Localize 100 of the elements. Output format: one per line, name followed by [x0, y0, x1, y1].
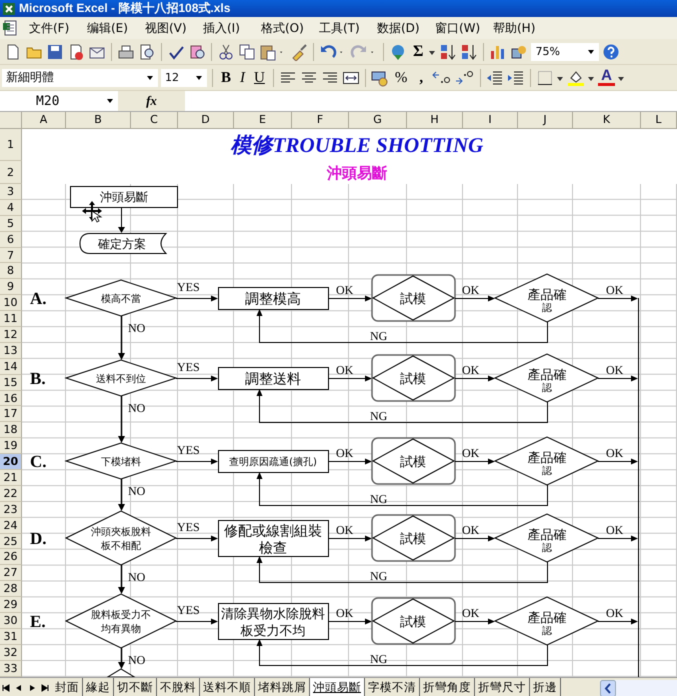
underline-button[interactable]: U	[251, 68, 268, 86]
row-header[interactable]: 11	[0, 311, 22, 328]
print-icon[interactable]	[117, 42, 135, 60]
menu-item[interactable]: 帮助(H)	[486, 20, 544, 36]
row-header[interactable]: 17	[0, 406, 22, 422]
name-box[interactable]: M20	[0, 91, 118, 111]
row-header[interactable]: 24	[0, 518, 22, 534]
row-header[interactable]: 6	[0, 232, 22, 248]
currency-icon[interactable]	[370, 68, 389, 86]
ok-label: OK	[606, 283, 624, 297]
row-header[interactable]: 5	[0, 216, 22, 232]
sheet-tab[interactable]: 折彎尺寸	[475, 678, 530, 696]
row-header[interactable]: 1	[0, 129, 22, 161]
row-header[interactable]: 2	[0, 161, 22, 184]
caret-icon[interactable]	[146, 74, 154, 82]
row-header[interactable]: 13	[0, 342, 22, 359]
font-size-dropdown[interactable]: 12	[161, 68, 207, 86]
trial-box: 試模	[371, 437, 456, 485]
row-header[interactable]: 7	[0, 248, 22, 264]
row-header[interactable]: 26	[0, 549, 22, 566]
comma-style-button[interactable]: ,	[413, 68, 430, 86]
row-header[interactable]: 3	[0, 184, 22, 200]
sort-descending-icon[interactable]	[460, 42, 478, 60]
zoom-dropdown[interactable]: 75%	[531, 42, 600, 60]
caret-icon[interactable]	[587, 48, 596, 56]
row-header[interactable]: 20	[0, 454, 22, 470]
row-header[interactable]: 25	[0, 534, 22, 550]
caret-icon[interactable]	[106, 97, 114, 105]
sheet-tab[interactable]: 字模不清	[365, 678, 420, 696]
row-header[interactable]: 12	[0, 327, 22, 343]
menu-item[interactable]: 视图(V)	[138, 20, 196, 36]
menu-item[interactable]: 格式(O)	[254, 20, 312, 36]
ok-label: OK	[606, 363, 624, 377]
increase-indent-icon[interactable]	[507, 68, 526, 86]
row-header[interactable]: 9	[0, 279, 22, 296]
row-header[interactable]: 23	[0, 502, 22, 518]
menu-item[interactable]: 编辑(E)	[80, 20, 138, 36]
copy-icon[interactable]	[238, 42, 256, 60]
horizontal-scrollbar[interactable]	[600, 680, 677, 696]
row-header[interactable]: 22	[0, 486, 22, 502]
row-header[interactable]: 15	[0, 374, 22, 391]
save-icon[interactable]	[46, 42, 64, 60]
action-box: 清除異物水除脫料 板受力不均	[218, 603, 329, 640]
autosum-button[interactable]: Σ	[410, 42, 426, 60]
row-header[interactable]: 21	[0, 470, 22, 486]
action-box: 調整模高	[218, 287, 329, 310]
undo-icon[interactable]	[319, 42, 337, 60]
scroll-left-icon[interactable]	[600, 680, 616, 696]
paste-icon[interactable]	[259, 42, 277, 60]
row-header[interactable]: 30	[0, 613, 22, 629]
sheet-tab[interactable]: 折彎角度	[420, 678, 475, 696]
row-header[interactable]: 4	[0, 200, 22, 216]
menu-item[interactable]: 数据(D)	[370, 20, 428, 36]
sheet-tab[interactable]: 折邊	[530, 678, 561, 696]
row-header[interactable]: 31	[0, 628, 22, 645]
row-header[interactable]: 19	[0, 438, 22, 454]
row-header[interactable]: 18	[0, 422, 22, 438]
italic-button[interactable]: I	[237, 68, 248, 86]
workbook-icon[interactable]	[2, 20, 18, 36]
borders-icon[interactable]	[536, 68, 554, 86]
sheet-tab[interactable]: 緣起	[83, 678, 114, 696]
font-color-button[interactable]: A	[598, 69, 615, 86]
trial-box: 試模	[371, 354, 456, 402]
sheet-tab[interactable]: 送料不順	[200, 678, 255, 696]
row-header[interactable]: 16	[0, 390, 22, 406]
ok-label: OK	[462, 363, 480, 377]
percent-button[interactable]: %	[392, 68, 410, 86]
cut-icon[interactable]	[217, 42, 235, 60]
decrease-decimal-icon[interactable]	[455, 68, 476, 86]
bold-button[interactable]: B	[218, 68, 234, 86]
decision-diamond: 下模堵料	[64, 442, 178, 480]
menu-item[interactable]: 插入(I)	[196, 20, 254, 36]
step-letter: D.	[30, 529, 47, 548]
row-header[interactable]: 28	[0, 581, 22, 598]
sheet-tab[interactable]: 封面	[52, 678, 83, 696]
row-header[interactable]: 27	[0, 565, 22, 582]
print-preview-icon[interactable]	[138, 42, 156, 60]
format-painter-icon[interactable]	[290, 42, 308, 60]
row-header[interactable]: 29	[0, 597, 22, 614]
sheet-tab[interactable]: 沖頭易斷	[310, 678, 365, 696]
insert-function-button[interactable]: fx	[118, 91, 185, 111]
flow-arrow	[328, 458, 372, 464]
sheet-tab[interactable]: 不脫料	[157, 678, 200, 696]
row-header[interactable]: 32	[0, 644, 22, 661]
menu-item[interactable]: 窗口(W)	[428, 20, 486, 36]
row-header[interactable]: 10	[0, 295, 22, 312]
row-header[interactable]: 33	[0, 660, 22, 677]
ok-label: OK	[462, 523, 480, 537]
decrease-indent-icon[interactable]	[486, 68, 504, 86]
font-dropdown[interactable]: 新細明體	[2, 68, 158, 86]
menu-item[interactable]: 文件(F)	[22, 20, 80, 36]
fill-color-icon[interactable]	[567, 68, 586, 86]
row-header[interactable]: 14	[0, 358, 22, 375]
row-header[interactable]: 8	[0, 263, 22, 280]
menu-item[interactable]: 工具(T)	[312, 20, 370, 36]
caret-icon[interactable]	[195, 74, 203, 82]
help-icon[interactable]	[602, 42, 620, 60]
sort-ascending-icon[interactable]	[439, 42, 458, 60]
sheet-tab[interactable]: 切不斷	[114, 678, 157, 696]
ok-label: OK	[336, 606, 354, 620]
